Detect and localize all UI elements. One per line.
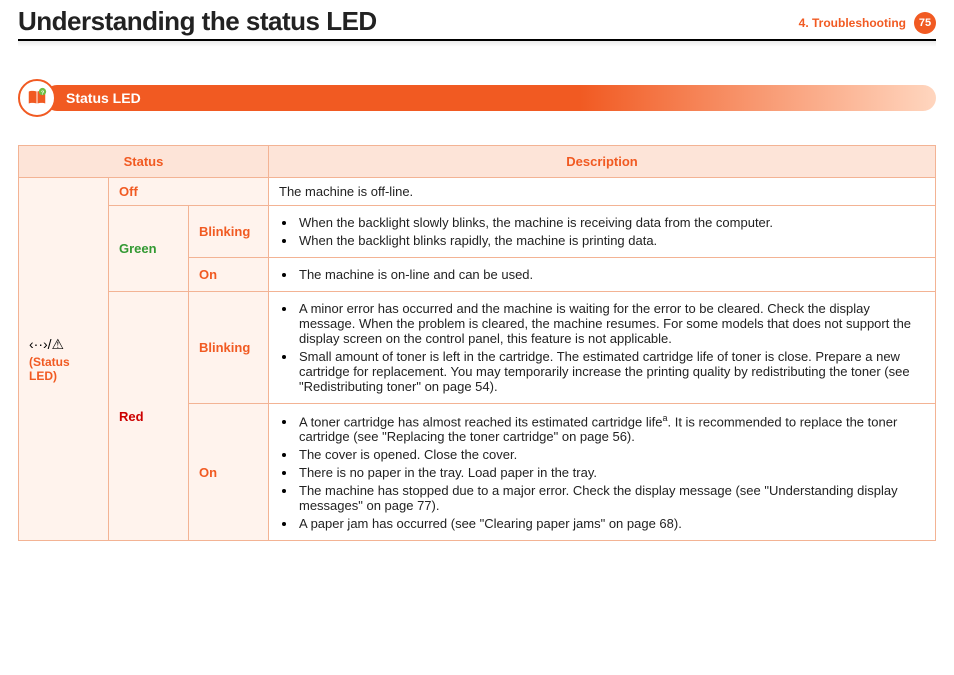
list-item: The machine has stopped due to a major e… [297, 483, 925, 513]
col-header-description: Description [269, 146, 936, 178]
chapter-label: 4. Troubleshooting [799, 16, 906, 30]
table-row: ‹··›/⚠ (Status LED) Off The machine is o… [19, 178, 936, 206]
table-row: Red Blinking A minor error has occurred … [19, 292, 936, 404]
list-item: When the backlight slowly blinks, the ma… [297, 215, 925, 230]
list-item: When the backlight blinks rapidly, the m… [297, 233, 925, 248]
status-desc: The machine is on-line and can be used. [269, 258, 936, 292]
status-led-cell: ‹··›/⚠ (Status LED) [19, 178, 109, 541]
status-desc: A toner cartridge has almost reached its… [269, 404, 936, 541]
table-row: Green Blinking When the backlight slowly… [19, 206, 936, 258]
status-desc: The machine is off-line. [269, 178, 936, 206]
list-item: The cover is opened. Close the cover. [297, 447, 925, 462]
list-item: A toner cartridge has almost reached its… [297, 413, 925, 444]
section-title-bar: Status LED [44, 85, 936, 111]
list-item: The machine is on-line and can be used. [297, 267, 925, 282]
status-led-icon: ‹··›/⚠ [29, 336, 98, 353]
status-desc: When the backlight slowly blinks, the ma… [269, 206, 936, 258]
status-color-red: Red [109, 292, 189, 541]
status-desc: A minor error has occurred and the machi… [269, 292, 936, 404]
list-item: A minor error has occurred and the machi… [297, 301, 925, 346]
page-title: Understanding the status LED [18, 6, 377, 37]
status-led-label: (Status LED) [29, 355, 70, 383]
status-state: On [189, 404, 269, 541]
status-color-off: Off [109, 178, 269, 206]
page-number-badge: 75 [914, 12, 936, 34]
status-led-table: Status Description ‹··›/⚠ (Status LED) O… [18, 145, 936, 541]
list-item: There is no paper in the tray. Load pape… [297, 465, 925, 480]
section-header: ? Status LED [18, 79, 936, 117]
header-shadow [18, 41, 936, 47]
status-state: On [189, 258, 269, 292]
status-state: Blinking [189, 292, 269, 404]
list-item: Small amount of toner is left in the car… [297, 349, 925, 394]
page-header: Understanding the status LED 4. Troubles… [18, 6, 936, 41]
section-title: Status LED [66, 90, 141, 106]
list-item: A paper jam has occurred (see "Clearing … [297, 516, 925, 531]
col-header-status: Status [19, 146, 269, 178]
status-state: Blinking [189, 206, 269, 258]
status-color-green: Green [109, 206, 189, 292]
desc-text: A toner cartridge has almost reached its… [299, 414, 662, 429]
book-help-icon: ? [18, 79, 56, 117]
breadcrumb: 4. Troubleshooting 75 [799, 6, 936, 34]
